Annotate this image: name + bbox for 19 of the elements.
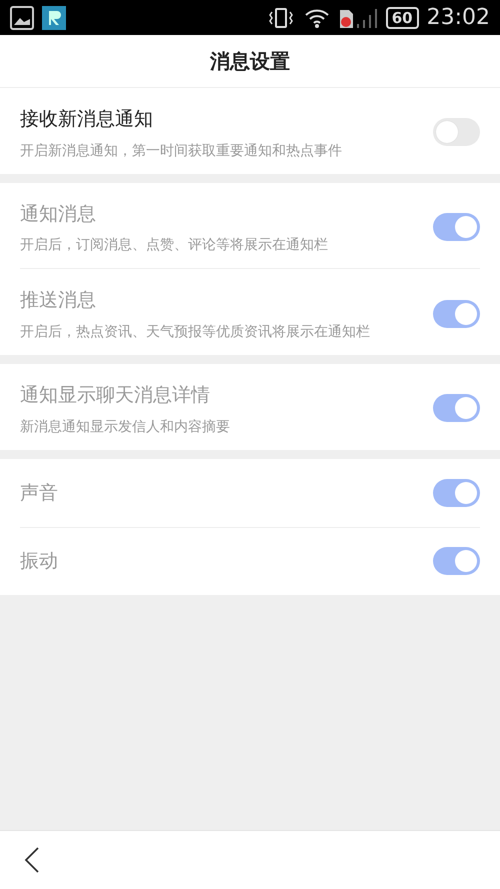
signal-icon: [338, 6, 378, 28]
page-title: 消息设置: [210, 48, 290, 75]
image-icon: [10, 6, 34, 30]
setting-title: 接收新消息通知: [20, 107, 154, 132]
setting-description: 开启后，订阅消息、点赞、评论等将展示在通知栏: [20, 236, 328, 254]
setting-description: 开启新消息通知，第一时间获取重要通知和热点事件: [20, 142, 342, 160]
setting-title: 通知消息: [20, 202, 97, 227]
setting-title: 通知显示聊天消息详情: [20, 383, 211, 408]
setting-description: 开启后，热点资讯、天气预报等优质资讯将展示在通知栏: [20, 322, 370, 342]
setting-description: 新消息通知显示发信人和内容摘要: [20, 418, 230, 436]
back-icon[interactable]: [24, 847, 40, 873]
setting-title: 声音: [20, 480, 58, 506]
toggle-switch[interactable]: [433, 118, 480, 146]
clock: 23:02: [426, 4, 490, 32]
setting-title: 推送消息: [20, 288, 97, 314]
setting-title: 振动: [20, 549, 58, 574]
battery-level: 60: [386, 6, 419, 28]
app-icon: [42, 6, 66, 30]
wifi-icon: [304, 8, 330, 28]
